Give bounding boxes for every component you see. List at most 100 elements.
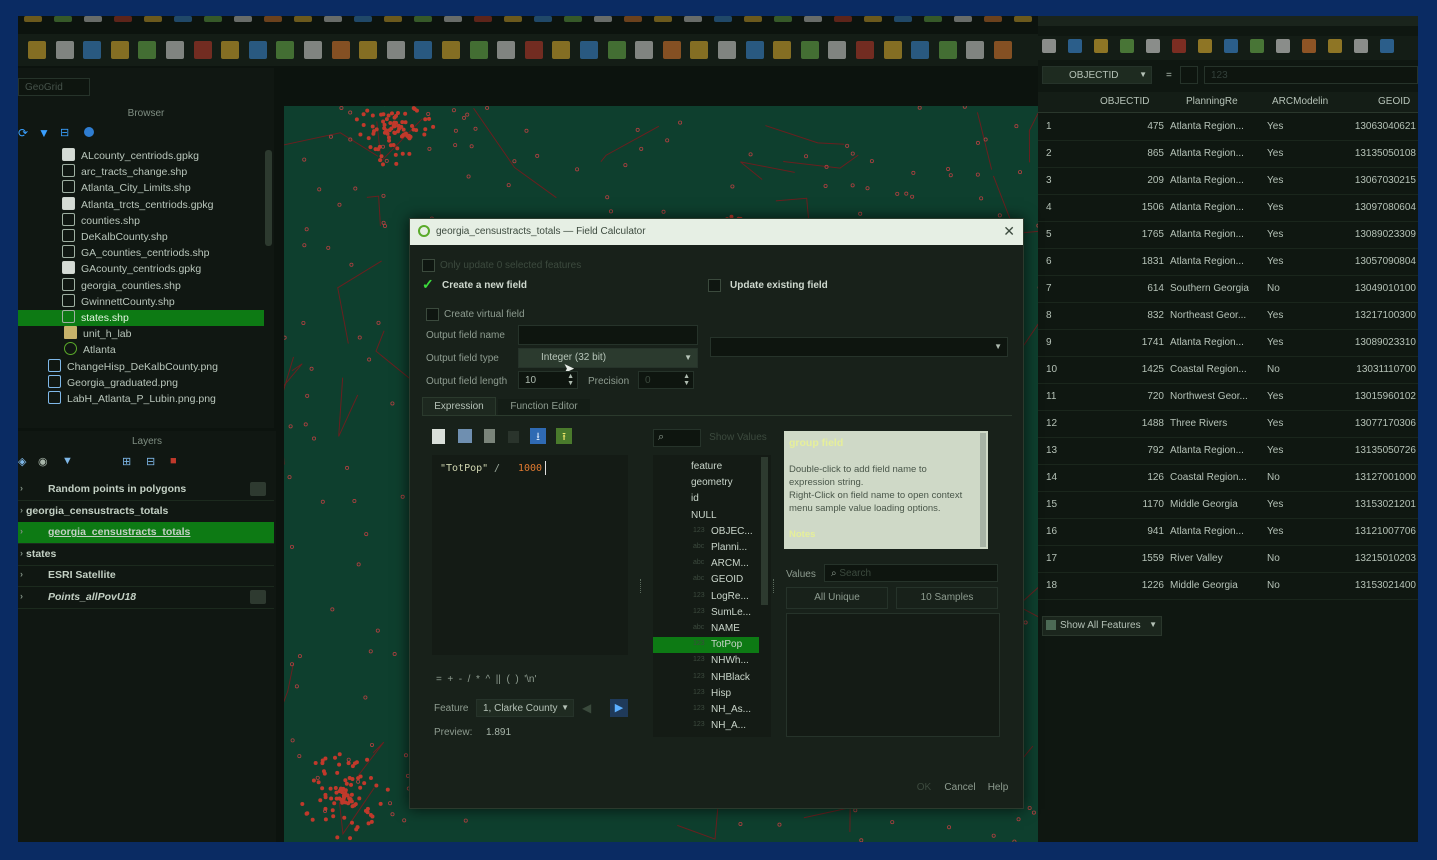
- toolbar-tool-icon[interactable]: [24, 16, 42, 22]
- table-row[interactable]: 11 720 Northwest Geor... Yes 13015960102: [1038, 383, 1418, 411]
- table-cell[interactable]: Coastal Region...: [1170, 472, 1247, 483]
- attribute-tool-icon[interactable]: [1380, 39, 1394, 53]
- toolbar-tool-icon[interactable]: [938, 41, 957, 59]
- update-existing-field-checkbox[interactable]: [708, 279, 721, 292]
- table-cell[interactable]: 16: [1046, 526, 1057, 537]
- table-cell[interactable]: 13063040621: [1355, 121, 1416, 132]
- attribute-tool-icon[interactable]: [1146, 39, 1160, 53]
- toolbar-tool-icon[interactable]: [1014, 16, 1032, 22]
- field-selector-dropdown[interactable]: OBJECTID ▼: [1042, 66, 1152, 84]
- table-cell[interactable]: Yes: [1267, 418, 1283, 429]
- save-icon[interactable]: [458, 429, 472, 443]
- table-cell[interactable]: 13015960102: [1355, 391, 1416, 402]
- toolbar-tool-icon[interactable]: [331, 41, 350, 59]
- browser-item[interactable]: Atlanta: [18, 342, 264, 358]
- next-feature-icon[interactable]: ▶: [610, 699, 628, 717]
- table-cell[interactable]: Atlanta Region...: [1170, 337, 1244, 348]
- layer-style-icon[interactable]: ◈: [18, 455, 26, 468]
- toolbar-tool-icon[interactable]: [635, 41, 654, 59]
- table-row[interactable]: 16 941 Atlanta Region... Yes 13121007706: [1038, 518, 1418, 546]
- toolbar-tool-icon[interactable]: [221, 41, 240, 59]
- table-cell[interactable]: Southern Georgia: [1170, 283, 1249, 294]
- table-cell[interactable]: 1506: [1142, 202, 1164, 213]
- attribute-tool-icon[interactable]: [1068, 39, 1082, 53]
- table-cell[interactable]: No: [1267, 553, 1280, 564]
- function-list-item[interactable]: 123 NH_A...: [653, 718, 759, 734]
- attribute-tool-icon[interactable]: [1094, 39, 1108, 53]
- table-cell[interactable]: 8: [1046, 310, 1052, 321]
- table-cell[interactable]: 1488: [1142, 418, 1164, 429]
- toolbar-tool-icon[interactable]: [28, 41, 46, 59]
- browser-scrollbar[interactable]: [265, 150, 272, 246]
- browser-item[interactable]: georgia_counties.shp: [18, 277, 264, 294]
- export-icon[interactable]: ⭱: [556, 428, 572, 444]
- table-cell[interactable]: Yes: [1267, 256, 1283, 267]
- toolbar-tool-icon[interactable]: [954, 16, 972, 22]
- table-cell[interactable]: Middle Georgia: [1170, 499, 1238, 510]
- table-cell[interactable]: Yes: [1267, 445, 1283, 456]
- table-cell[interactable]: 1: [1046, 121, 1052, 132]
- column-header-planningre[interactable]: PlanningRe: [1186, 96, 1238, 107]
- function-list-item[interactable]: id: [653, 491, 759, 507]
- toolbar-tool-icon[interactable]: [324, 16, 342, 22]
- function-list-item[interactable]: 123 Hisp: [653, 686, 759, 702]
- browser-filter-input[interactable]: GeoGrid: [18, 78, 90, 96]
- toolbar-tool-icon[interactable]: [714, 16, 732, 22]
- table-cell[interactable]: 13127001000: [1355, 472, 1416, 483]
- column-header-arcmodelin[interactable]: ARCModelin: [1272, 96, 1328, 107]
- table-cell[interactable]: Yes: [1267, 148, 1283, 159]
- toolbar-tool-icon[interactable]: [894, 16, 912, 22]
- function-search-input[interactable]: ⌕: [653, 429, 701, 447]
- help-button[interactable]: Help: [982, 782, 1014, 793]
- table-row[interactable]: 10 1425 Coastal Region... No 13031110700: [1038, 356, 1418, 384]
- table-cell[interactable]: 13049010100: [1355, 283, 1416, 294]
- browser-item[interactable]: states.shp: [18, 310, 264, 326]
- table-cell[interactable]: 13067030215: [1355, 175, 1416, 186]
- toolbar-tool-icon[interactable]: [414, 16, 432, 22]
- values-search-input[interactable]: ⌕ Search: [824, 564, 998, 582]
- table-row[interactable]: 18 1226 Middle Georgia No 13153021400: [1038, 572, 1418, 600]
- function-list-item[interactable]: 123 OBJEC...: [653, 524, 759, 540]
- table-row[interactable]: 4 1506 Atlanta Region... Yes 13097080604: [1038, 194, 1418, 222]
- function-list-item[interactable]: 123 TotPop: [653, 637, 759, 654]
- eye-icon[interactable]: ◉: [38, 455, 48, 468]
- attribute-tool-icon[interactable]: [1250, 39, 1264, 53]
- table-cell[interactable]: Atlanta Region...: [1170, 121, 1244, 132]
- table-cell[interactable]: Yes: [1267, 526, 1283, 537]
- browser-item[interactable]: counties.shp: [18, 212, 264, 229]
- table-cell[interactable]: 13089023310: [1355, 337, 1416, 348]
- toolbar-tool-icon[interactable]: [864, 16, 882, 22]
- remove-layer-icon[interactable]: ■: [170, 455, 177, 467]
- browser-item[interactable]: Atlanta_trcts_centriods.gpkg: [18, 196, 264, 213]
- layer-item[interactable]: › Random points in polygons: [18, 479, 274, 501]
- table-row[interactable]: 3 209 Atlanta Region... Yes 13067030215: [1038, 167, 1418, 195]
- import-icon[interactable]: ⭳: [530, 428, 546, 444]
- table-cell[interactable]: 13089023309: [1355, 229, 1416, 240]
- close-icon[interactable]: ✕: [1003, 223, 1015, 240]
- layer-item[interactable]: › ESRI Satellite: [18, 565, 274, 588]
- toolbar-tool-icon[interactable]: [966, 41, 985, 59]
- browser-item[interactable]: ALcounty_centriods.gpkg: [18, 148, 264, 164]
- table-cell[interactable]: 13031110700: [1356, 364, 1416, 375]
- edit-icon[interactable]: [484, 429, 495, 443]
- expression-filter-button[interactable]: [1180, 66, 1198, 84]
- function-list-item[interactable]: 123 SumLe...: [653, 605, 759, 621]
- browser-item[interactable]: GwinnettCounty.shp: [18, 293, 264, 310]
- table-cell[interactable]: 14: [1046, 472, 1057, 483]
- create-virtual-field-checkbox[interactable]: [426, 308, 439, 321]
- table-cell[interactable]: 1559: [1142, 553, 1164, 564]
- table-cell[interactable]: 13153021400: [1355, 580, 1416, 591]
- table-cell[interactable]: 10: [1046, 364, 1057, 375]
- layer-item[interactable]: › georgia_censustracts_totals: [18, 522, 274, 545]
- table-cell[interactable]: Three Rivers: [1170, 418, 1227, 429]
- table-cell[interactable]: 1765: [1142, 229, 1164, 240]
- table-cell[interactable]: 13: [1046, 445, 1057, 456]
- table-row[interactable]: 15 1170 Middle Georgia Yes 13153021201: [1038, 491, 1418, 519]
- filter-icon[interactable]: ▼: [38, 126, 50, 140]
- table-row[interactable]: 14 126 Coastal Region... No 13127001000: [1038, 464, 1418, 492]
- splitter-handle[interactable]: [773, 579, 776, 593]
- toolbar-tool-icon[interactable]: [204, 16, 222, 22]
- toolbar-tool-icon[interactable]: [414, 41, 433, 59]
- layer-visibility-checkbox[interactable]: ›: [20, 505, 23, 515]
- table-cell[interactable]: Yes: [1267, 310, 1283, 321]
